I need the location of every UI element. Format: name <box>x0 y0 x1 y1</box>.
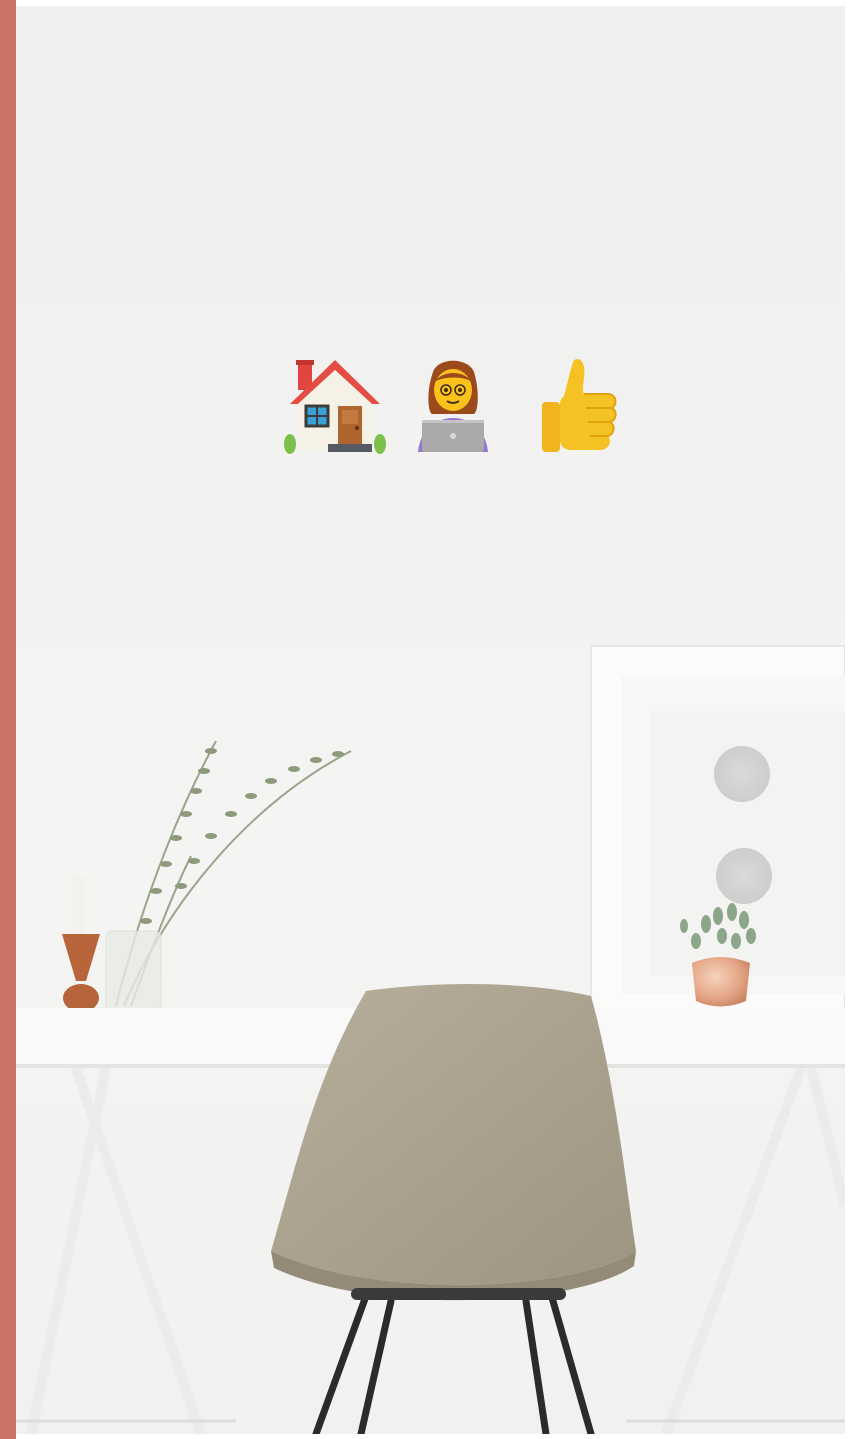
house-icon <box>280 352 390 462</box>
thumbs-up-icon <box>524 352 634 462</box>
woman-technologist-icon <box>398 352 508 462</box>
art-dot-top <box>714 746 770 802</box>
glass-vase <box>105 930 162 1012</box>
accent-bar <box>0 0 16 1439</box>
art-dot-bottom <box>716 848 772 904</box>
workspace-photo <box>16 6 845 1434</box>
story-canvas <box>0 0 852 1439</box>
emoji-row <box>0 352 852 464</box>
